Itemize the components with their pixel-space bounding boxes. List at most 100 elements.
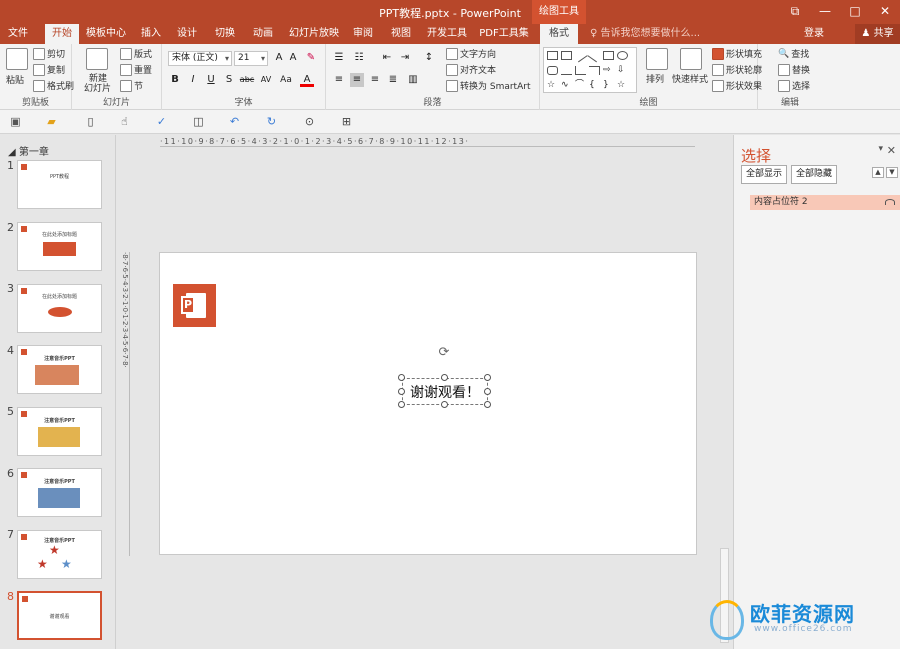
format-painter-button[interactable]: 格式刷 [33, 79, 74, 92]
resize-handle-br[interactable] [484, 401, 491, 408]
shape-effects-button[interactable]: 形状效果 [712, 79, 762, 92]
slide-thumbnail-2[interactable]: 在此处添加标题 [17, 222, 102, 271]
change-case-button[interactable]: Aa [278, 73, 294, 87]
send-backward-icon[interactable]: ▼ [886, 167, 898, 178]
show-all-button[interactable]: 全部显示 [741, 165, 787, 184]
slideshow-icon[interactable]: ⊙ [303, 115, 316, 128]
tab-animations[interactable]: 动画 [248, 24, 278, 44]
star-shape-icon[interactable]: ☆ [547, 81, 558, 90]
triangle-shape-icon[interactable] [561, 66, 572, 75]
arrow-right-shape-icon[interactable]: ⇨ [603, 66, 614, 75]
hide-all-button[interactable]: 全部隐藏 [791, 165, 837, 184]
smartart-button[interactable]: 转换为 SmartArt [446, 79, 530, 92]
elbow-arrow-icon[interactable] [589, 66, 600, 75]
textbox-v-shape-icon[interactable] [561, 51, 572, 60]
resize-handle-l[interactable] [398, 388, 405, 395]
bring-forward-icon[interactable]: ▲ [872, 167, 884, 178]
tab-slideshow[interactable]: 幻灯片放映 [286, 24, 342, 44]
text-direction-button[interactable]: 文字方向 [446, 47, 496, 60]
tab-view[interactable]: 视图 [386, 24, 416, 44]
section-header[interactable]: ◢ 第一章 [8, 143, 49, 158]
star-outline-shape-icon[interactable]: ☆ [617, 81, 628, 90]
share-button[interactable]: ♟ 共享 [855, 24, 900, 44]
slide-thumbnail-3[interactable]: 在此处添加标题 [17, 284, 102, 333]
cut-button[interactable]: 剪切 [33, 47, 65, 60]
textbox-shape-icon[interactable] [547, 51, 558, 60]
new-file-icon[interactable]: ▯ [84, 115, 97, 128]
paste-button[interactable]: 粘贴 [6, 73, 24, 86]
slide-thumbnail-1[interactable]: PPT教程 [17, 160, 102, 209]
resize-handle-b[interactable] [441, 401, 448, 408]
shape-fill-button[interactable]: 形状填充 [712, 47, 762, 60]
login-link[interactable]: 登录 [804, 24, 824, 44]
underline-button[interactable]: U [204, 73, 218, 87]
presenter-icon[interactable]: ⊞ [340, 115, 353, 128]
tell-me-search[interactable]: ♀ 告诉我您想要做什么... [590, 24, 700, 44]
align-text-button[interactable]: 对齐文本 [446, 63, 496, 76]
elbow-connector-icon[interactable] [575, 66, 586, 75]
justify-icon[interactable]: ≣ [386, 73, 400, 87]
slide-canvas[interactable]: P ⟳ 谢谢观看！ [159, 252, 697, 555]
ribbon-display-icon[interactable]: ⧉ [780, 0, 810, 24]
minimize-icon[interactable]: — [810, 0, 840, 24]
align-right-icon[interactable]: ≡ [368, 73, 382, 87]
redo-icon[interactable]: ↻ [265, 115, 278, 128]
tab-transitions[interactable]: 切换 [210, 24, 240, 44]
arrange-button[interactable]: 排列 [646, 72, 664, 85]
strikethrough-button[interactable]: abc [238, 73, 256, 87]
shapes-gallery[interactable]: ⇨ ⇩ ☆ ∿ ⌒ { } ☆ [543, 47, 637, 93]
decrease-indent-icon[interactable]: ⇤ [380, 51, 394, 65]
visibility-eye-icon[interactable] [885, 199, 895, 205]
quick-styles-button[interactable]: 快速样式 [672, 72, 708, 85]
align-left-icon[interactable]: ≡ [332, 73, 346, 87]
slide-text[interactable]: 谢谢观看！ [403, 382, 487, 402]
tab-file[interactable]: 文件 [0, 24, 36, 44]
layout-button[interactable]: 版式 [120, 47, 152, 60]
tab-template-center[interactable]: 模板中心 [82, 24, 130, 44]
close-icon[interactable]: ✕ [870, 0, 900, 24]
align-center-icon[interactable]: ≡ [350, 73, 364, 87]
curve-shape-icon[interactable]: ∿ [561, 81, 572, 90]
columns-icon[interactable]: ▥ [406, 73, 420, 87]
bold-button[interactable]: B [168, 73, 182, 87]
spelling-icon[interactable]: ✓ [155, 115, 168, 128]
resize-handle-bl[interactable] [398, 401, 405, 408]
slide-thumbnail-8[interactable]: 谢谢观看 [17, 591, 102, 640]
freeform-shape-icon[interactable]: ⌒ [575, 81, 586, 90]
reset-button[interactable]: 重置 [120, 63, 152, 76]
pane-options-icon[interactable]: ▾ [878, 144, 883, 154]
tab-format[interactable]: 格式 [540, 24, 578, 44]
brace-shape-icon[interactable]: { [589, 81, 600, 90]
tab-pdf-tools[interactable]: PDF工具集 [476, 24, 532, 44]
oval-shape-icon[interactable] [617, 51, 628, 60]
numbering-icon[interactable]: ☷ [352, 51, 366, 65]
touch-mode-icon[interactable]: ☝ [118, 115, 131, 128]
tab-design[interactable]: 设计 [172, 24, 202, 44]
tab-home[interactable]: 开始 [45, 24, 79, 44]
tab-insert[interactable]: 插入 [136, 24, 166, 44]
section-button[interactable]: 节 [120, 79, 143, 92]
undo-icon[interactable]: ↶ [228, 115, 241, 128]
maximize-icon[interactable]: □ [840, 0, 870, 24]
collapse-triangle-icon[interactable]: ◢ [8, 147, 19, 158]
brace-right-shape-icon[interactable]: } [603, 81, 614, 90]
font-size-select[interactable]: 21 [234, 51, 268, 66]
arrow-line-shape-icon[interactable] [587, 48, 602, 63]
open-folder-icon[interactable]: ▰ [45, 115, 58, 128]
slide-thumbnail-4[interactable]: 注意音乐PPT [17, 345, 102, 394]
find-button[interactable]: 🔍 查找 [778, 47, 809, 61]
bullets-icon[interactable]: ☰ [332, 51, 346, 65]
italic-button[interactable]: I [186, 73, 200, 87]
pane-close-icon[interactable]: ✕ [887, 144, 896, 157]
line-spacing-icon[interactable]: ↕ [422, 51, 436, 65]
resize-handle-r[interactable] [484, 388, 491, 395]
shape-outline-button[interactable]: 形状轮廓 [712, 63, 762, 76]
new-slide-label-2[interactable]: 幻灯片 [84, 81, 111, 94]
font-name-select[interactable]: 宋体 (正文) [168, 51, 232, 66]
print-preview-icon[interactable]: ◫ [192, 115, 205, 128]
clear-format-icon[interactable]: ✎ [304, 51, 318, 65]
copy-button[interactable]: 复制 [33, 63, 65, 76]
shadow-button[interactable]: S [222, 73, 236, 87]
arrow-down-shape-icon[interactable]: ⇩ [617, 66, 628, 75]
save-icon[interactable]: ▣ [9, 115, 22, 128]
